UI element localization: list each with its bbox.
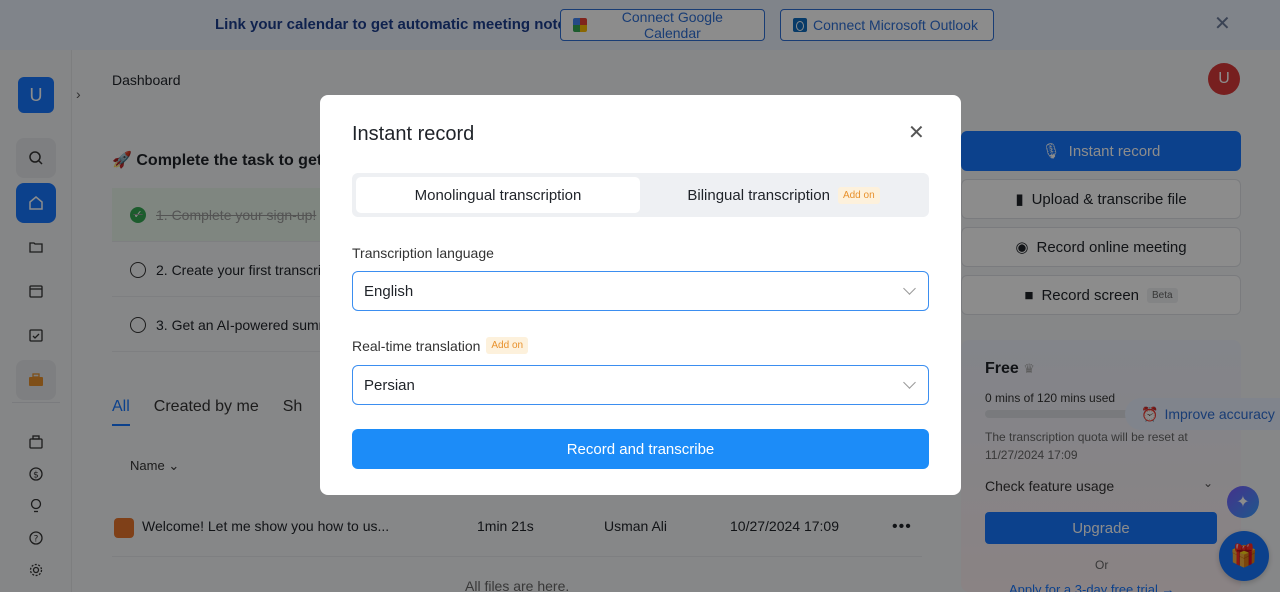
translation-language-select[interactable]: Persian xyxy=(352,365,929,405)
chevron-down-icon xyxy=(903,282,916,295)
transcription-language-label: Transcription language xyxy=(352,245,494,261)
translation-label: Real-time translation Add on xyxy=(352,337,529,354)
transcription-language-select[interactable]: English xyxy=(352,271,929,311)
bilingual-label: Bilingual transcription xyxy=(687,186,830,204)
record-and-transcribe-button[interactable]: Record and transcribe xyxy=(352,429,929,469)
add-on-badge: Add on xyxy=(837,186,880,204)
instant-record-dialog: Instant record ✕ Monolingual transcripti… xyxy=(320,95,961,495)
transcription-language-text: Transcription language xyxy=(352,245,494,261)
close-icon[interactable]: ✕ xyxy=(908,123,925,143)
transcription-mode-toggle: Monolingual transcription Bilingual tran… xyxy=(352,173,929,217)
transcription-language-value: English xyxy=(364,282,414,300)
translation-language-value: Persian xyxy=(364,376,415,394)
tab-bilingual[interactable]: Bilingual transcription Add on xyxy=(642,177,925,213)
chevron-down-icon xyxy=(903,376,916,389)
dialog-title: Instant record xyxy=(352,123,475,145)
translation-label-text: Real-time translation xyxy=(352,337,481,354)
tab-monolingual[interactable]: Monolingual transcription xyxy=(356,177,640,213)
monolingual-label: Monolingual transcription xyxy=(414,186,582,204)
add-on-badge: Add on xyxy=(486,337,529,354)
